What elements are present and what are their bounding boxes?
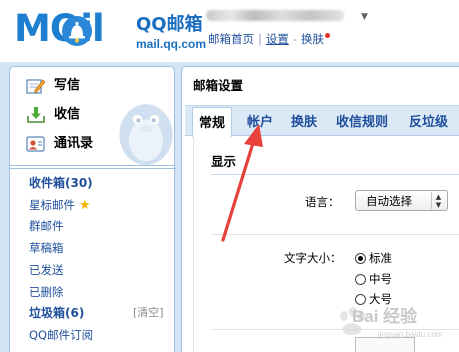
folder-starred[interactable]: 星标邮件 ★: [29, 195, 91, 215]
folder-spam[interactable]: 垃圾箱(6): [29, 303, 84, 323]
font-size-standard-label: 标准: [369, 251, 392, 265]
folder-group-mail[interactable]: 群邮件: [29, 216, 64, 236]
font-size-medium-label: 中号: [369, 272, 392, 286]
tab-skin[interactable]: 换肤: [291, 107, 317, 137]
radio-unselected-icon: [355, 273, 366, 285]
compose-button[interactable]: 写信: [26, 75, 80, 97]
folder-starred-label: 星标邮件: [29, 198, 75, 212]
folder-top-divider: [10, 168, 176, 169]
account-name-blurred[interactable]: [206, 10, 344, 21]
change-skin-link[interactable]: 换肤: [301, 32, 324, 46]
folder-inbox[interactable]: 收件箱(30): [29, 173, 93, 193]
annotation-arrow-icon: [221, 124, 263, 242]
tab-anti-spam[interactable]: 反垃级: [409, 107, 448, 137]
language-select-value: 自动选择: [366, 194, 412, 208]
receive-mail-label: 收信: [54, 107, 81, 122]
compose-icon: [26, 79, 46, 94]
watermark-url: jingyan.baidu.com: [378, 330, 443, 339]
language-select[interactable]: 自动选择 ▲ ▼: [355, 190, 448, 211]
font-size-medium-radio[interactable]: 中号: [355, 271, 392, 287]
font-size-standard-radio[interactable]: 标准: [355, 250, 392, 266]
folder-drafts[interactable]: 草稿箱: [29, 238, 64, 258]
settings-link[interactable]: 设置: [266, 32, 289, 46]
logo-url: mail.qq.com: [136, 37, 207, 51]
folder-sent[interactable]: 已发送: [29, 260, 64, 280]
radio-selected-icon: [355, 252, 366, 264]
top-nav-links: 邮箱首页 | 设置 - 换肤: [208, 32, 331, 46]
contacts-label: 通讯录: [54, 136, 94, 151]
link-separator: |: [258, 32, 262, 46]
compose-label: 写信: [54, 78, 81, 93]
page-title: 邮箱设置: [193, 78, 244, 93]
account-dropdown-caret-icon[interactable]: ▼: [361, 12, 368, 22]
tab-mail-rules[interactable]: 收信规则: [336, 107, 388, 137]
folder-qq-subscriptions[interactable]: QQ邮件订阅: [29, 325, 93, 345]
qq-penguin-watermark-icon: [119, 104, 173, 165]
language-label: 语言：: [305, 195, 340, 209]
link-separator: -: [292, 32, 298, 46]
logo-chinese-name: QQ邮箱: [136, 14, 203, 35]
font-size-label: 文字大小：: [284, 251, 342, 265]
mail-bell-icon: [62, 16, 92, 46]
star-icon: ★: [79, 198, 91, 213]
quick-actions-panel: 写信 收信 通讯录: [9, 66, 175, 166]
header: MOil QQ邮箱 mail.qq.com ▼ 邮箱首页 | 设置 - 换肤: [0, 0, 459, 62]
select-arrows-icon: ▲ ▼: [431, 192, 445, 209]
notification-dot-icon: [325, 33, 331, 38]
watermark-text: Bai 经验: [352, 307, 418, 326]
receive-mail-button[interactable]: 收信: [26, 104, 80, 126]
clear-spam-link[interactable]: [清空]: [133, 303, 164, 323]
inbox-download-icon: [27, 107, 45, 123]
mailbox-home-link[interactable]: 邮箱首页: [208, 32, 254, 46]
folder-deleted[interactable]: 已删除: [29, 282, 64, 302]
contacts-icon: [26, 136, 45, 152]
contacts-button[interactable]: 通讯录: [26, 133, 93, 155]
